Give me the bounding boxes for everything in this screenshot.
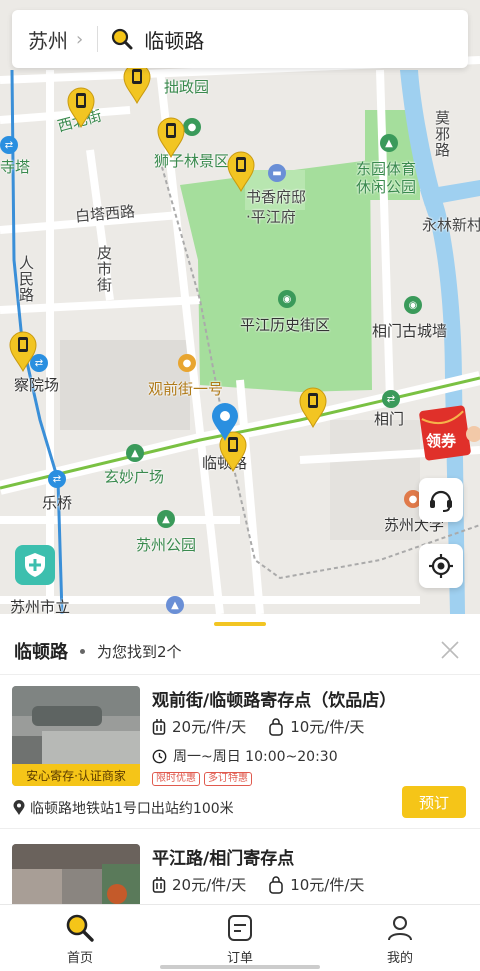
results-sheet: 临顿路 为您找到2个 安心寄存·认证商家 观前街/临顿路寄存点（饮品店） 20元…: [0, 614, 480, 904]
sheet-header: 临顿路 为您找到2个: [14, 636, 466, 666]
home-indicator: [160, 965, 320, 969]
hours-text: 周一~周日 10:00~20:30: [173, 749, 338, 765]
label-xuanmiao: 玄妙广场: [104, 468, 165, 486]
sheet-title: 临顿路: [14, 642, 68, 663]
verified-merchant-tag: 安心寄存·认证商家: [12, 764, 140, 786]
city-selector[interactable]: 苏州 ›: [28, 25, 83, 54]
tab-label: 首页: [66, 951, 93, 966]
scenic-poi-icon: ◉: [404, 296, 422, 314]
result-card[interactable]: 安心寄存·认证商家 观前街/临顿路寄存点（饮品店） 20元/件/天 10元/件/…: [12, 686, 468, 826]
food-poi-icon: ●: [178, 354, 196, 372]
order-icon: [228, 915, 252, 941]
headset-icon: [430, 490, 452, 512]
price-small: 10元/件/天: [290, 876, 365, 894]
label-pingjianglishi: 平江历史街区: [240, 316, 331, 334]
map-view[interactable]: 拙政园 西北街 狮子林景区 寺塔 白塔西路 皮市街 人民路 书香府邸 ·平江府 …: [0, 0, 480, 614]
hotel-poi-icon: ▬: [268, 164, 286, 182]
label-pijie: 皮市街: [95, 245, 113, 293]
label-chayuanchang: 察院场: [14, 376, 60, 394]
label-dongyuan2: 休闲公园: [356, 178, 417, 196]
address-text: 临顿路地铁站1号口出站约100米: [30, 801, 234, 817]
promo-tag: 多订特惠: [204, 772, 252, 786]
label-xiangmen: 相门: [374, 410, 405, 428]
label-leqiao: 乐桥: [42, 494, 73, 512]
search-bar[interactable]: 苏州 › 临顿路: [12, 10, 468, 68]
search-input[interactable]: 临顿路: [144, 25, 204, 54]
result-card[interactable]: 平江路/相门寄存点 20元/件/天 10元/件/天: [12, 844, 468, 904]
park-poi-icon: ▲: [157, 510, 175, 528]
locker-pin-icon[interactable]: [156, 116, 186, 158]
result-count: 为您找到2个: [97, 642, 182, 661]
label-yonglin: 永林新村: [422, 216, 480, 234]
store-name: 观前街/临顿路寄存点（饮品店）: [152, 691, 397, 711]
tab-home[interactable]: 首页: [0, 905, 160, 971]
coupon-label: 领券: [426, 432, 457, 450]
locate-button[interactable]: [419, 544, 463, 588]
store-photo: [12, 844, 140, 904]
label-suzhougongyuan: 苏州公园: [136, 536, 197, 554]
label-moxielu: 莫邪路: [433, 110, 451, 158]
metro-poi-icon: ⇄: [48, 470, 66, 488]
label-renminlu: 人民路: [17, 255, 35, 303]
locker-pin-icon[interactable]: [66, 86, 96, 128]
tab-label: 我的: [386, 951, 413, 966]
price-row: 20元/件/天 10元/件/天: [152, 716, 386, 737]
locker-pin-icon[interactable]: [8, 330, 38, 372]
divider: [0, 674, 480, 675]
price-large: 20元/件/天: [172, 876, 247, 894]
safety-button[interactable]: [15, 545, 55, 585]
opening-hours: 周一~周日 10:00~20:30: [152, 746, 338, 766]
store-name: 平江路/相门寄存点: [152, 849, 295, 869]
school-poi-icon: ▲: [166, 596, 184, 614]
dot-separator: [80, 648, 85, 654]
price-large: 20元/件/天: [172, 718, 247, 736]
luggage-icon: [152, 718, 166, 735]
label-xiangmengucheng: 相门古城墙: [372, 322, 448, 340]
metro-poi-icon: ⇄: [382, 390, 400, 408]
coupon-button[interactable]: 领券: [418, 404, 480, 464]
promo-tag: 限时优惠: [152, 772, 200, 786]
park-poi-icon: ▲: [126, 444, 144, 462]
close-icon[interactable]: [438, 638, 462, 662]
divider: [97, 26, 99, 52]
label-pingjiangfu: ·平江府: [246, 208, 296, 226]
tab-profile[interactable]: 我的: [320, 905, 480, 971]
scenic-poi-icon: ◉: [278, 290, 296, 308]
search-icon: [112, 28, 133, 50]
sheet-handle[interactable]: [214, 622, 266, 626]
store-address: 临顿路地铁站1号口出站约100米: [12, 798, 234, 818]
park-poi-icon: ▲: [380, 134, 398, 152]
label-zhuozhengyuan: 拙政园: [164, 78, 210, 96]
locate-icon: [429, 554, 453, 578]
city-label: 苏州: [28, 28, 68, 53]
store-photo: 安心寄存·认证商家: [12, 686, 140, 786]
chevron-right-icon: ›: [76, 28, 84, 50]
book-button[interactable]: 预订: [402, 786, 466, 818]
store-photo-image: [12, 844, 140, 904]
current-location-icon: [212, 403, 238, 441]
luggage-icon: [152, 876, 166, 893]
locker-pin-icon[interactable]: [122, 62, 152, 104]
search-icon: [66, 914, 94, 942]
clock-icon: [152, 749, 167, 763]
bottom-tab-bar: 首页 订单 我的: [0, 904, 480, 971]
label-suzhoushili: 苏州市立: [10, 598, 71, 614]
metro-poi-icon: ⇄: [0, 136, 18, 154]
user-icon: [388, 916, 412, 941]
shield-plus-icon: [25, 553, 45, 577]
divider: [0, 828, 480, 829]
bag-icon: [269, 717, 283, 736]
locker-pin-icon[interactable]: [226, 150, 256, 192]
customer-service-button[interactable]: [419, 478, 463, 522]
label-sita: 寺塔: [0, 158, 31, 176]
tab-orders[interactable]: 订单: [160, 905, 320, 971]
promo-tags: 限时优惠 多订特惠: [152, 772, 256, 786]
label-guanqianjie: 观前街一号: [148, 380, 224, 398]
locker-pin-icon[interactable]: [298, 386, 328, 428]
bag-icon: [269, 875, 283, 894]
price-row: 20元/件/天 10元/件/天: [152, 874, 386, 895]
location-pin-icon: [13, 800, 25, 815]
tab-label: 订单: [226, 951, 253, 966]
price-small: 10元/件/天: [290, 718, 365, 736]
